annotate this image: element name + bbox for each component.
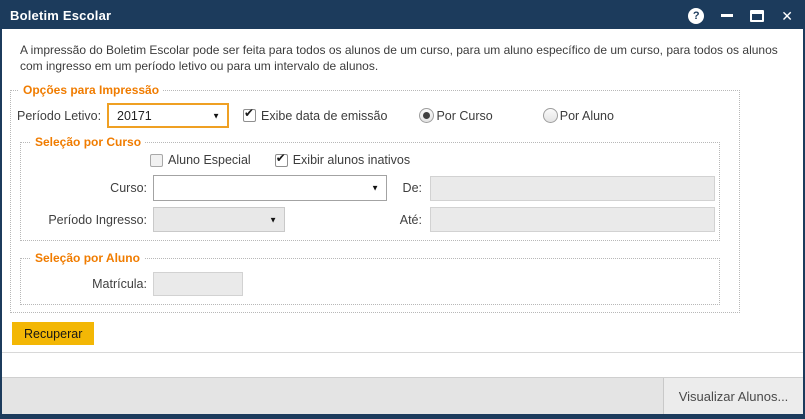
exibe-data-emissao-checkbox[interactable]: ✔ [243, 109, 256, 122]
por-curso-radio[interactable] [419, 108, 434, 123]
close-icon[interactable]: ✕ [781, 9, 793, 23]
por-aluno-radio[interactable] [543, 108, 558, 123]
footer-bar: Visualizar Alunos... [2, 377, 803, 414]
check-icon: ✔ [276, 152, 286, 165]
dialog-title: Boletim Escolar [10, 8, 111, 23]
student-selection-legend: Seleção por Aluno [31, 251, 144, 265]
periodo-letivo-value: 20171 [117, 109, 152, 123]
ate-label: Até: [387, 213, 422, 227]
de-input [430, 176, 715, 201]
dialog-content: A impressão do Boletim Escolar pode ser … [2, 29, 803, 414]
boletim-escolar-dialog: Boletim Escolar ? ✕ A impressão do Bolet… [0, 0, 805, 419]
exibir-alunos-inativos-label[interactable]: Exibir alunos inativos [293, 153, 410, 167]
de-label: De: [387, 181, 422, 195]
recuperar-button[interactable]: Recuperar [12, 322, 94, 345]
maximize-icon[interactable] [750, 10, 764, 22]
chevron-down-icon: ▼ [371, 184, 379, 193]
periodo-ingresso-select: ▼ [153, 207, 285, 232]
minimize-icon[interactable] [721, 14, 733, 17]
matricula-label: Matrícula: [29, 277, 147, 291]
periodo-letivo-row: Período Letivo: 20171 ▼ ✔ Exibe data de … [17, 103, 739, 128]
curso-row: Curso: ▼ De: [29, 175, 719, 201]
student-selection-group: Seleção por Aluno Matrícula: [20, 251, 720, 305]
print-options-group: Opções para Impressão Período Letivo: 20… [10, 83, 740, 313]
help-icon[interactable]: ? [688, 8, 704, 24]
matricula-input [153, 272, 243, 296]
check-icon: ✔ [244, 107, 254, 120]
divider [2, 352, 803, 353]
periodo-letivo-label: Período Letivo: [17, 109, 101, 123]
visualizar-alunos-button[interactable]: Visualizar Alunos... [663, 378, 803, 414]
exibe-data-emissao-label[interactable]: Exibe data de emissão [261, 109, 387, 123]
periodo-letivo-select[interactable]: 20171 ▼ [107, 103, 229, 128]
course-selection-group: Seleção por Curso ✔ Aluno Especial ✔ Exi… [20, 135, 720, 241]
chevron-down-icon: ▼ [269, 215, 277, 224]
description-text: A impressão do Boletim Escolar pode ser … [20, 42, 781, 74]
print-options-legend: Opções para Impressão [19, 83, 163, 97]
por-curso-label[interactable]: Por Curso [436, 109, 492, 123]
titlebar: Boletim Escolar ? ✕ [2, 2, 803, 29]
por-aluno-label[interactable]: Por Aluno [560, 109, 614, 123]
periodo-ingresso-row: Período Ingresso: ▼ Até: [29, 207, 719, 232]
periodo-ingresso-label: Período Ingresso: [29, 213, 147, 227]
curso-label: Curso: [29, 181, 147, 195]
curso-select[interactable]: ▼ [153, 175, 387, 201]
matricula-row: Matrícula: [29, 272, 719, 296]
aluno-especial-checkbox[interactable]: ✔ [150, 154, 163, 167]
exibir-alunos-inativos-checkbox[interactable]: ✔ [275, 154, 288, 167]
ate-input [430, 207, 715, 232]
aluno-especial-label[interactable]: Aluno Especial [168, 153, 251, 167]
chevron-down-icon: ▼ [212, 111, 220, 120]
course-selection-legend: Seleção por Curso [31, 135, 145, 149]
course-checkbox-row: ✔ Aluno Especial ✔ Exibir alunos inativo… [29, 153, 719, 167]
